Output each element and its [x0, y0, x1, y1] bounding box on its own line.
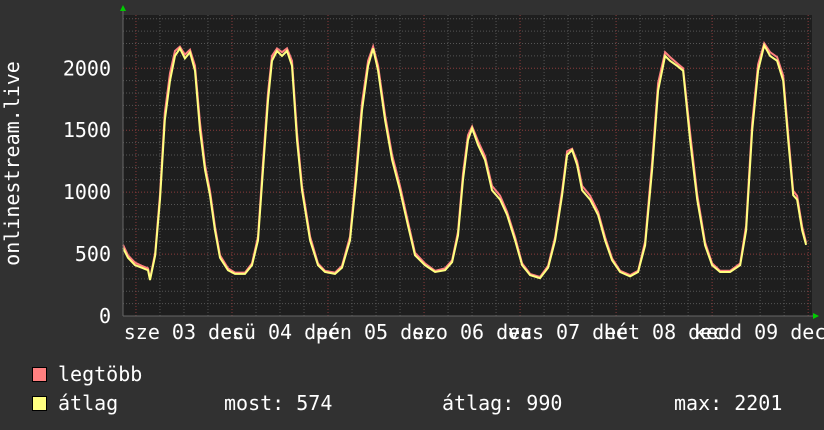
legend-swatch-max	[32, 367, 47, 382]
stat-average: átlag: 990	[442, 391, 563, 415]
y-tick-label: 2000	[63, 56, 111, 80]
x-tick-label: kedd 09 dec	[694, 320, 824, 344]
legend-label-max: legtöbb	[58, 362, 143, 386]
plot-area	[123, 15, 812, 316]
y-tick-label: 1500	[63, 118, 111, 142]
y-tick-label: 1000	[63, 180, 111, 204]
legend-swatch-avg	[32, 396, 47, 411]
legend-label-avg: átlag	[58, 391, 119, 415]
y-axis-label: onlinestream.live	[0, 61, 24, 266]
y-tick-label: 0	[99, 304, 111, 328]
rrd-graph: 0 500 1000 1500 2000 sze 03 dec csü 04 dec pén …	[0, 0, 824, 430]
stat-max: max: 2201	[674, 391, 783, 415]
y-axis-arrow-icon	[120, 5, 126, 11]
stat-now: most: 574	[224, 391, 333, 415]
x-axis-arrow-icon	[813, 313, 819, 319]
y-tick-label: 500	[75, 242, 111, 266]
